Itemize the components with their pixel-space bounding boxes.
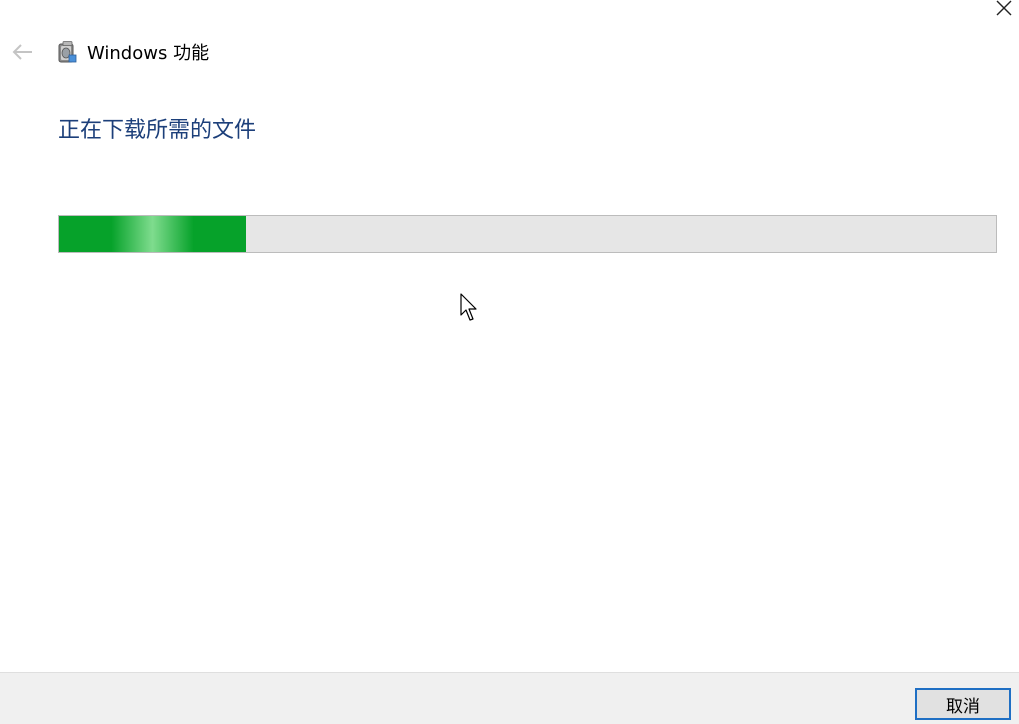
dialog-footer: 取消 [0, 672, 1019, 724]
back-arrow-icon [12, 44, 32, 60]
windows-features-icon [56, 40, 78, 64]
download-progress-bar [58, 215, 997, 253]
close-icon [996, 0, 1012, 16]
back-button[interactable] [10, 40, 36, 64]
page-heading: 正在下载所需的文件 [58, 118, 257, 143]
close-button[interactable] [973, 0, 1019, 30]
cancel-button[interactable]: 取消 [915, 688, 1011, 720]
title-bar: Windows 功能 [56, 38, 209, 66]
windows-features-dialog: Windows 功能 正在下载所需的文件 取消 [0, 0, 1019, 724]
window-title: Windows 功能 [87, 43, 210, 64]
progress-fill [59, 216, 247, 252]
mouse-cursor-icon [460, 293, 480, 327]
